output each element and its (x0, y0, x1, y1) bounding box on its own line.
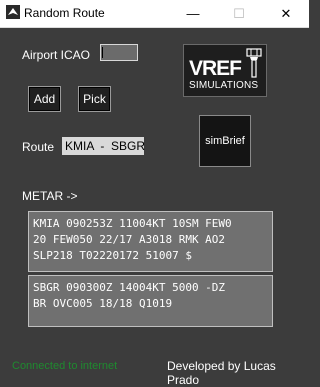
window-title: Random Route (24, 6, 105, 20)
metar-line: 20 FEW050 22/17 A3018 RMK AO2 (33, 233, 226, 246)
route-field[interactable]: KMIA - SBGR (62, 137, 145, 155)
title-bar: Random Route — ☐ ✕ (0, 0, 309, 28)
maximize-button[interactable]: ☐ (216, 0, 262, 27)
logo-title: VREF (189, 57, 242, 80)
control-tower-icon (246, 48, 262, 83)
vref-simulations-logo: VREF SIMULATIONS (183, 44, 267, 97)
add-button[interactable]: Add (28, 86, 61, 112)
airport-icao-input[interactable] (100, 44, 138, 61)
metar-label: METAR -> (22, 189, 78, 203)
connection-status: Connected to internet (12, 360, 118, 372)
pick-button[interactable]: Pick (78, 86, 111, 112)
close-button[interactable]: ✕ (263, 0, 309, 27)
app-icon (6, 5, 20, 24)
metar-line: SLP218 T02220172 51007 $ (33, 249, 192, 262)
metar-line: BR OVC005 18/18 Q1019 (33, 297, 173, 310)
minimize-button[interactable]: — (170, 0, 216, 27)
metar-box-arrival[interactable]: SBGR 090300Z 14004KT 5000 -DZ BR OVC005 … (28, 275, 273, 327)
route-label: Route (22, 140, 55, 154)
metar-line: KMIA 090253Z 11004KT 10SM FEW0 (33, 217, 232, 230)
airport-icao-label: Airport ICAO (22, 48, 91, 62)
simbrief-button[interactable]: simBrief (199, 115, 251, 167)
text-cursor (102, 47, 103, 58)
developer-credit: Developed by Lucas Prado (167, 359, 276, 387)
metar-line: SBGR 090300Z 14004KT 5000 -DZ (33, 281, 226, 294)
metar-box-departure[interactable]: KMIA 090253Z 11004KT 10SM FEW0 20 FEW050… (28, 211, 273, 272)
